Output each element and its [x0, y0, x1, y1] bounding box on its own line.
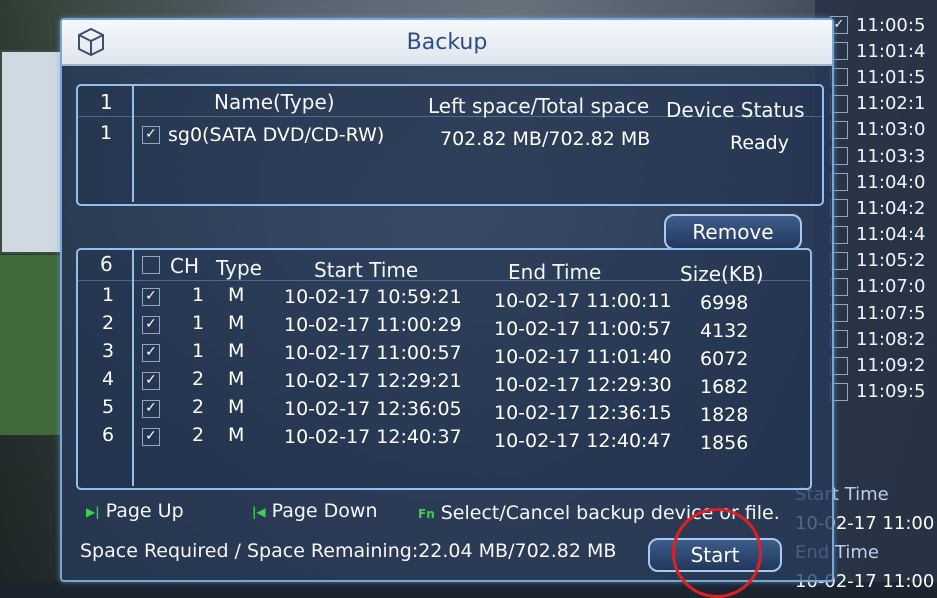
remove-button[interactable]: Remove	[664, 214, 802, 250]
file-checkbox[interactable]: ✓	[142, 428, 160, 446]
row-type: M	[228, 340, 245, 362]
list-item[interactable]: 11:04:4	[830, 222, 937, 248]
end-time-column-header: End Time	[508, 260, 602, 284]
list-item[interactable]: 11:07:0	[830, 274, 937, 300]
list-item[interactable]: 11:07:5	[830, 300, 937, 326]
device-checkbox[interactable]: ✓	[142, 126, 160, 144]
row-channel: 1	[192, 312, 205, 334]
list-item[interactable]: 11:05:2	[830, 248, 937, 274]
file-checkbox[interactable]: ✓	[142, 316, 160, 334]
row-end-time: 10-02-17 12:36:15	[494, 402, 672, 424]
select-all-checkbox[interactable]	[142, 256, 160, 274]
list-item[interactable]: ✓ 11:00:5	[830, 12, 937, 38]
row-size: 4132	[700, 320, 749, 342]
size-column-header: Size(KB)	[680, 262, 764, 286]
row-index: 1	[102, 284, 115, 306]
file-checkbox[interactable]: ✓	[142, 344, 160, 362]
start-time-column-header: Start Time	[314, 258, 419, 282]
row-size: 6072	[700, 348, 749, 370]
space-column-header: Left space/Total space	[428, 94, 650, 118]
row-end-time: 10-02-17 11:00:11	[494, 290, 672, 312]
row-start-time: 10-02-17 12:29:21	[284, 370, 462, 392]
row-end-time: 10-02-17 11:01:40	[494, 346, 672, 368]
status-column-header: Device Status	[666, 98, 805, 122]
row-channel: 1	[192, 284, 205, 306]
page-up-hint: ▶| Page Up	[86, 500, 184, 522]
background-window	[0, 50, 62, 254]
row-size: 1856	[700, 432, 749, 454]
row-start-time: 10-02-17 10:59:21	[284, 286, 462, 308]
row-size: 1828	[700, 404, 749, 426]
row-start-time: 10-02-17 11:00:57	[284, 342, 462, 364]
list-item[interactable]: 11:04:2	[830, 195, 937, 221]
row-index: 2	[102, 312, 115, 334]
row-index: 4	[102, 368, 115, 390]
file-checkbox[interactable]: ✓	[142, 400, 160, 418]
file-count: 6	[100, 252, 113, 276]
row-type: M	[228, 312, 245, 334]
row-index: 5	[102, 396, 115, 418]
list-item[interactable]: 11:03:3	[830, 143, 937, 169]
background-panel	[0, 255, 60, 435]
column-divider	[132, 86, 134, 202]
row-channel: 1	[192, 340, 205, 362]
device-table: 1 Name(Type) Left space/Total space Devi…	[76, 84, 824, 206]
name-column-header: Name(Type)	[214, 90, 335, 114]
row-channel: 2	[192, 424, 205, 446]
file-checkbox[interactable]: ✓	[142, 372, 160, 390]
list-item[interactable]: 11:08:2	[830, 326, 937, 352]
row-index: 6	[102, 424, 115, 446]
list-item[interactable]: 11:03:0	[830, 117, 937, 143]
playback-time-list: ✓ 11:00:5 11:01:4 11:01:5 11:02:1 11:03:0…	[830, 12, 937, 405]
file-table: 6 CH Type Start Time End Time Size(KB) 1…	[76, 248, 812, 490]
row-start-time: 10-02-17 12:40:37	[284, 426, 462, 448]
fn-key-icon: Fn	[418, 506, 435, 521]
highlight-circle	[672, 508, 762, 598]
column-divider	[132, 250, 134, 486]
device-count: 1	[100, 90, 113, 114]
list-item[interactable]: 11:01:4	[830, 38, 937, 64]
list-item[interactable]: 11:01:5	[830, 64, 937, 90]
list-item[interactable]: 11:02:1	[830, 91, 937, 117]
row-channel: 2	[192, 396, 205, 418]
space-summary: Space Required / Space Remaining:22.04 M…	[80, 540, 617, 562]
device-status: Ready	[730, 132, 789, 154]
file-checkbox[interactable]: ✓	[142, 288, 160, 306]
row-channel: 2	[192, 368, 205, 390]
device-space: 702.82 MB/702.82 MB	[440, 128, 651, 150]
list-item[interactable]: 11:09:5	[830, 379, 937, 405]
type-column-header: Type	[216, 256, 262, 280]
page-up-icon: ▶|	[86, 504, 100, 519]
row-start-time: 10-02-17 11:00:29	[284, 314, 462, 336]
list-item[interactable]: 11:04:0	[830, 169, 937, 195]
dialog-title: Backup	[406, 30, 488, 55]
row-start-time: 10-02-17 12:36:05	[284, 398, 462, 420]
row-index: 3	[102, 340, 115, 362]
row-type: M	[228, 368, 245, 390]
row-index: 1	[100, 122, 113, 144]
row-size: 1682	[700, 376, 749, 398]
device-name: sg0(SATA DVD/CD-RW)	[168, 124, 385, 146]
row-type: M	[228, 396, 245, 418]
row-end-time: 10-02-17 11:00:57	[494, 318, 672, 340]
page-down-icon: |◀	[252, 504, 266, 519]
row-end-time: 10-02-17 12:29:30	[494, 374, 672, 396]
row-type: M	[228, 424, 245, 446]
backup-dialog: Backup 1 Name(Type) Left space/Total spa…	[60, 18, 834, 582]
row-size: 6998	[700, 292, 749, 314]
list-item[interactable]: 11:09:2	[830, 352, 937, 378]
row-end-time: 10-02-17 12:40:47	[494, 430, 672, 452]
ch-column-header: CH	[170, 254, 200, 278]
page-down-hint: |◀ Page Down	[252, 500, 378, 522]
title-bar[interactable]: Backup	[62, 20, 832, 66]
row-type: M	[228, 284, 245, 306]
